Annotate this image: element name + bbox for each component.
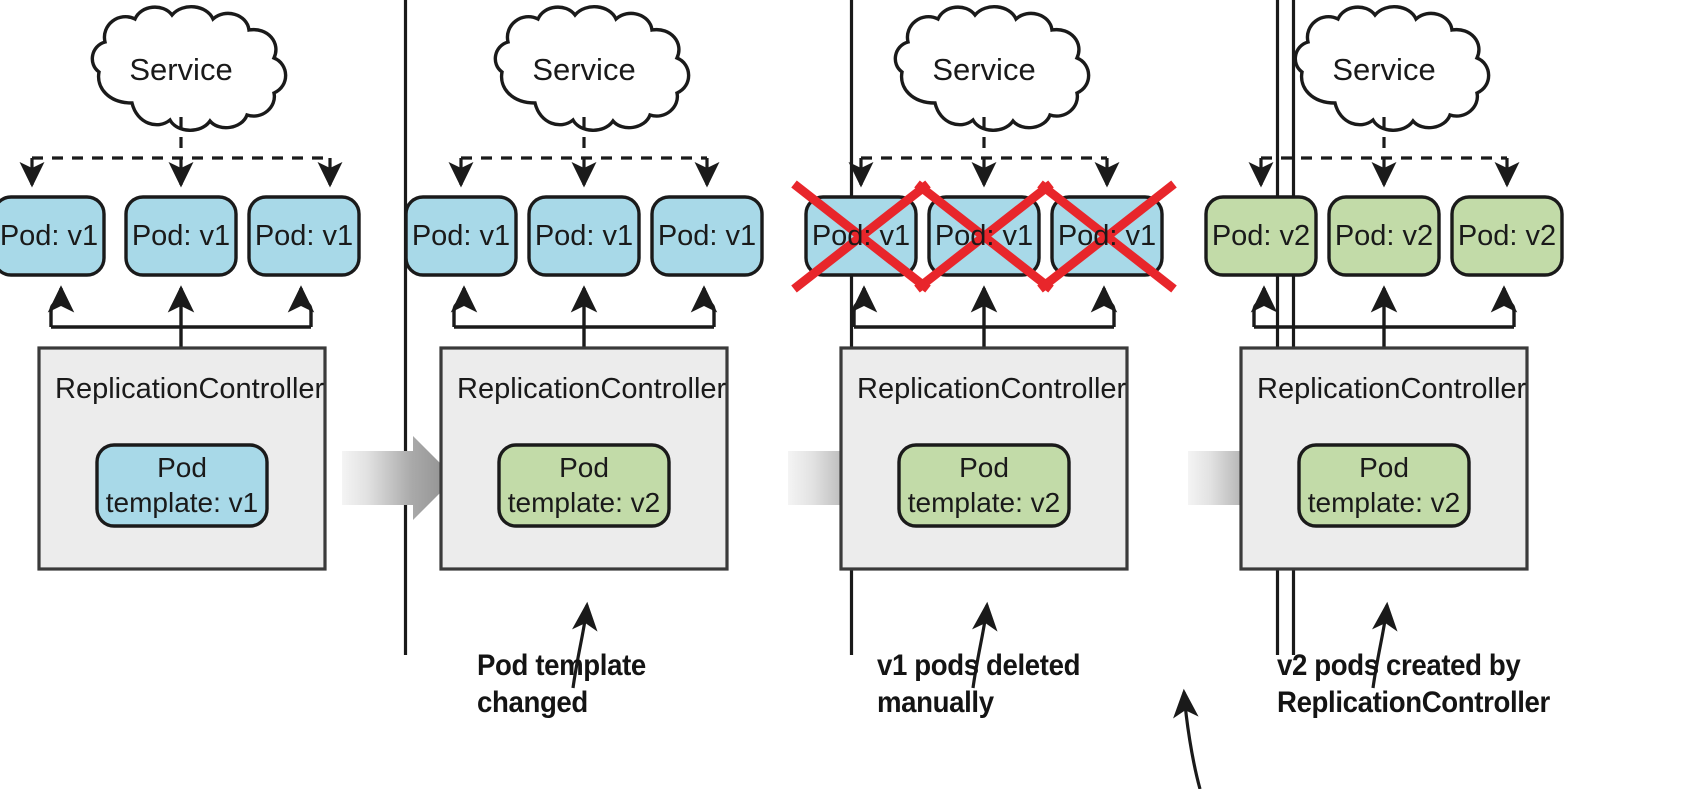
diagram-canvas: Service Pod: v1 Pod: v1 Pod: v1 Replicat… (0, 0, 1703, 789)
pod-box[interactable] (124, 195, 238, 277)
panel-1-group (0, 5, 361, 571)
pod-box[interactable] (404, 195, 518, 277)
separator-pointer (1173, 688, 1202, 789)
pod-box[interactable] (1204, 195, 1318, 277)
panel-caption: v1 pods deleted manually (877, 649, 1081, 719)
service-cloud (893, 5, 1091, 132)
pod-box[interactable] (1450, 195, 1564, 277)
service-to-pods-dashed (848, 117, 1120, 188)
service-to-pods-dashed (448, 117, 720, 188)
service-cloud (1293, 5, 1491, 132)
pod-row (404, 195, 764, 277)
pod-box[interactable] (247, 195, 361, 277)
panel-4-group (1204, 5, 1564, 689)
rc-to-pods-solid (47, 285, 315, 348)
pod-template-box[interactable] (1297, 443, 1471, 528)
service-cloud (493, 5, 691, 132)
pod-template-box[interactable] (497, 443, 671, 528)
panel-caption: v2 pods created by ReplicationController (1277, 649, 1550, 719)
transition-arrow-1 (342, 436, 455, 520)
pod-row (1204, 195, 1564, 277)
panel-2-group (404, 5, 764, 689)
service-to-pods-dashed (1248, 117, 1520, 188)
panel-caption: Pod template changed (477, 649, 646, 719)
service-to-pods-dashed (19, 117, 343, 188)
pod-box[interactable] (0, 195, 106, 277)
pod-template-box[interactable] (95, 443, 269, 528)
pod-box[interactable] (650, 195, 764, 277)
rc-to-pods-solid (450, 285, 718, 348)
rc-to-pods-solid (850, 285, 1118, 348)
pod-template-box[interactable] (897, 443, 1071, 528)
service-cloud (90, 5, 288, 132)
pod-row (0, 195, 361, 277)
pod-box[interactable] (527, 195, 641, 277)
pod-box[interactable] (1327, 195, 1441, 277)
